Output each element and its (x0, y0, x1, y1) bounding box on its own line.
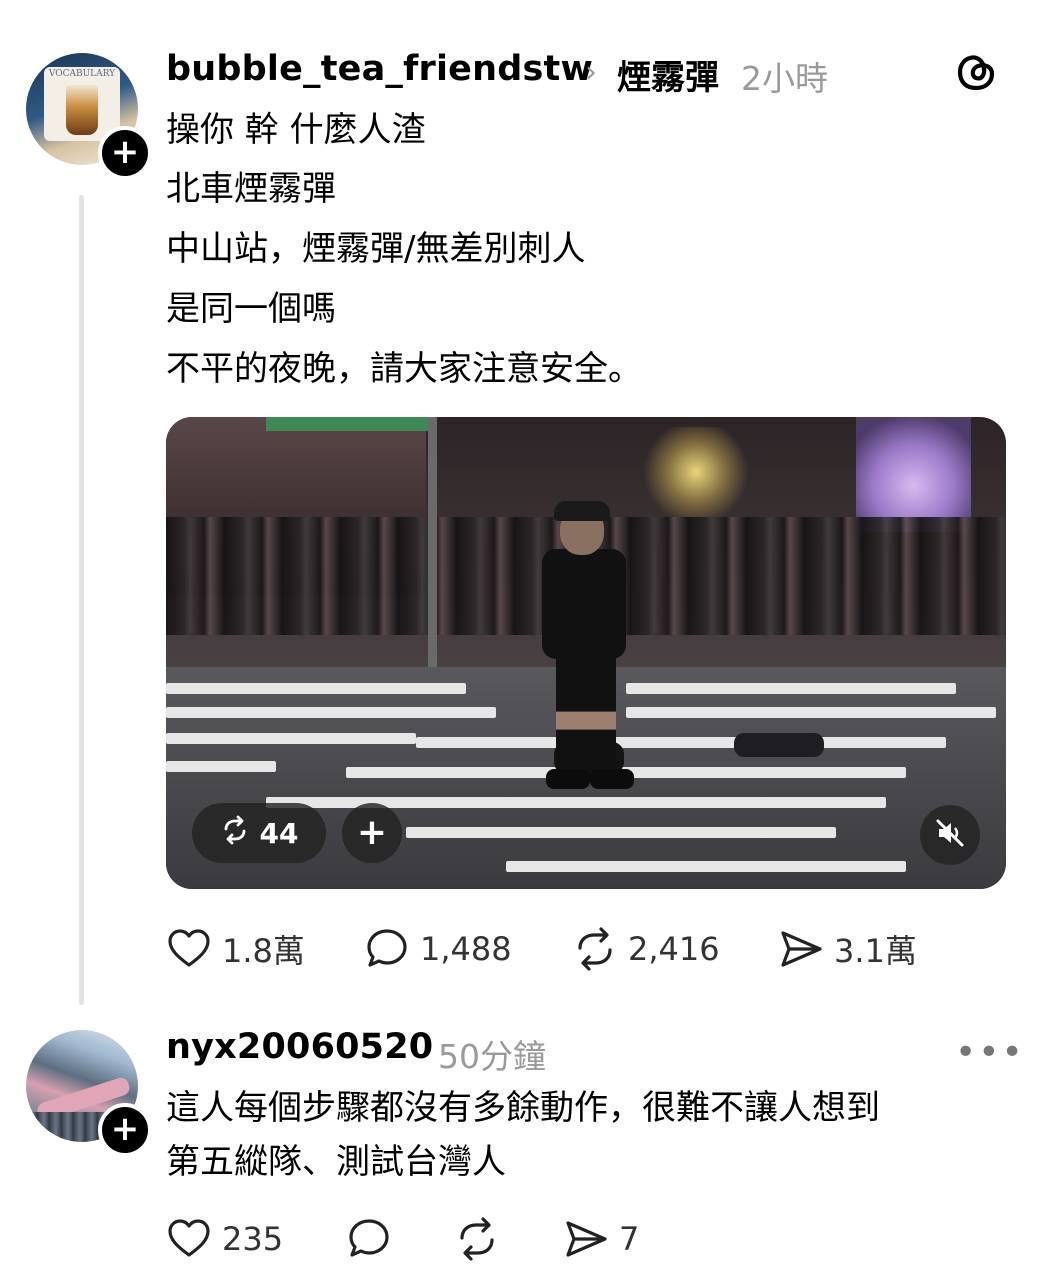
video-scene-lights (636, 427, 756, 517)
share-button[interactable]: 3.1萬 (778, 926, 917, 972)
post-topic[interactable]: 煙霧彈 (617, 50, 719, 99)
avatar-brand-text: VOCABULARY (48, 69, 116, 79)
mute-button[interactable] (920, 805, 980, 865)
repost-icon (220, 815, 250, 852)
follow-plus-icon[interactable]: + (98, 1103, 152, 1157)
reply-username[interactable]: nyx20060520 (166, 1027, 433, 1067)
repost-icon (572, 926, 618, 972)
reply-text-line-1: 這人每個步驟都沒有多餘動作，很難不讓人想到 (166, 1088, 880, 1128)
post-username[interactable]: bubble_tea_friendstw (166, 49, 593, 89)
video-scene-sign (266, 417, 436, 431)
video-scene-pole (428, 417, 437, 672)
reply-comment-button[interactable] (346, 1216, 392, 1262)
video-scene-christmas-tree (856, 417, 971, 532)
reply-share-count: 7 (619, 1220, 640, 1258)
comment-count: 1,488 (420, 930, 512, 968)
post-text-line-4: 是同一個嗎 (166, 289, 336, 329)
reply-timestamp: 50分鐘 (438, 1037, 546, 1076)
heart-icon (166, 1216, 212, 1262)
post-text-line-3: 中山站，煙霧彈/無差別刺人 (166, 229, 586, 269)
post-video[interactable]: 44 + (166, 417, 1006, 889)
video-add-button[interactable]: + (342, 803, 402, 863)
repost-button[interactable]: 2,416 (572, 926, 720, 972)
video-scene-clothing (734, 733, 824, 757)
send-icon (778, 926, 824, 972)
reply-repost-button[interactable] (454, 1216, 500, 1262)
video-repost-pill[interactable]: 44 (192, 803, 326, 863)
threads-logo-icon[interactable] (954, 50, 998, 94)
video-repost-count: 44 (259, 816, 299, 850)
repost-icon (454, 1216, 500, 1262)
post-text-line-2: 北車煙霧彈 (166, 169, 336, 209)
plus-icon: + (356, 812, 388, 853)
follow-plus-icon[interactable]: + (98, 126, 152, 180)
reply-like-count: 235 (222, 1220, 284, 1258)
more-dots-icon[interactable]: ••• (955, 1032, 1025, 1073)
like-button[interactable]: 1.8萬 (166, 926, 305, 972)
comment-button[interactable]: 1,488 (364, 926, 512, 972)
reply-like-button[interactable]: 235 (166, 1216, 283, 1262)
share-count: 3.1萬 (834, 932, 917, 970)
reply-text-line-2: 第五縱隊、測試台灣人 (166, 1142, 506, 1182)
comment-bubble-icon (364, 926, 410, 972)
thread-connector-line (79, 195, 84, 1005)
comment-bubble-icon (346, 1216, 392, 1262)
chevron-right-icon: › (585, 55, 597, 90)
post-timestamp: 2小時 (741, 59, 828, 98)
like-count: 1.8萬 (222, 932, 305, 970)
post-text-line-5: 不平的夜晚，請大家注意安全。 (166, 349, 642, 389)
send-icon (563, 1216, 609, 1262)
video-scene-person (536, 501, 634, 792)
reply-share-button[interactable]: 7 (563, 1216, 639, 1262)
repost-count: 2,416 (628, 930, 720, 968)
muted-speaker-icon (933, 816, 967, 854)
post-text-line-1: 操你 幹 什麼人渣 (166, 110, 426, 150)
heart-icon (166, 926, 212, 972)
